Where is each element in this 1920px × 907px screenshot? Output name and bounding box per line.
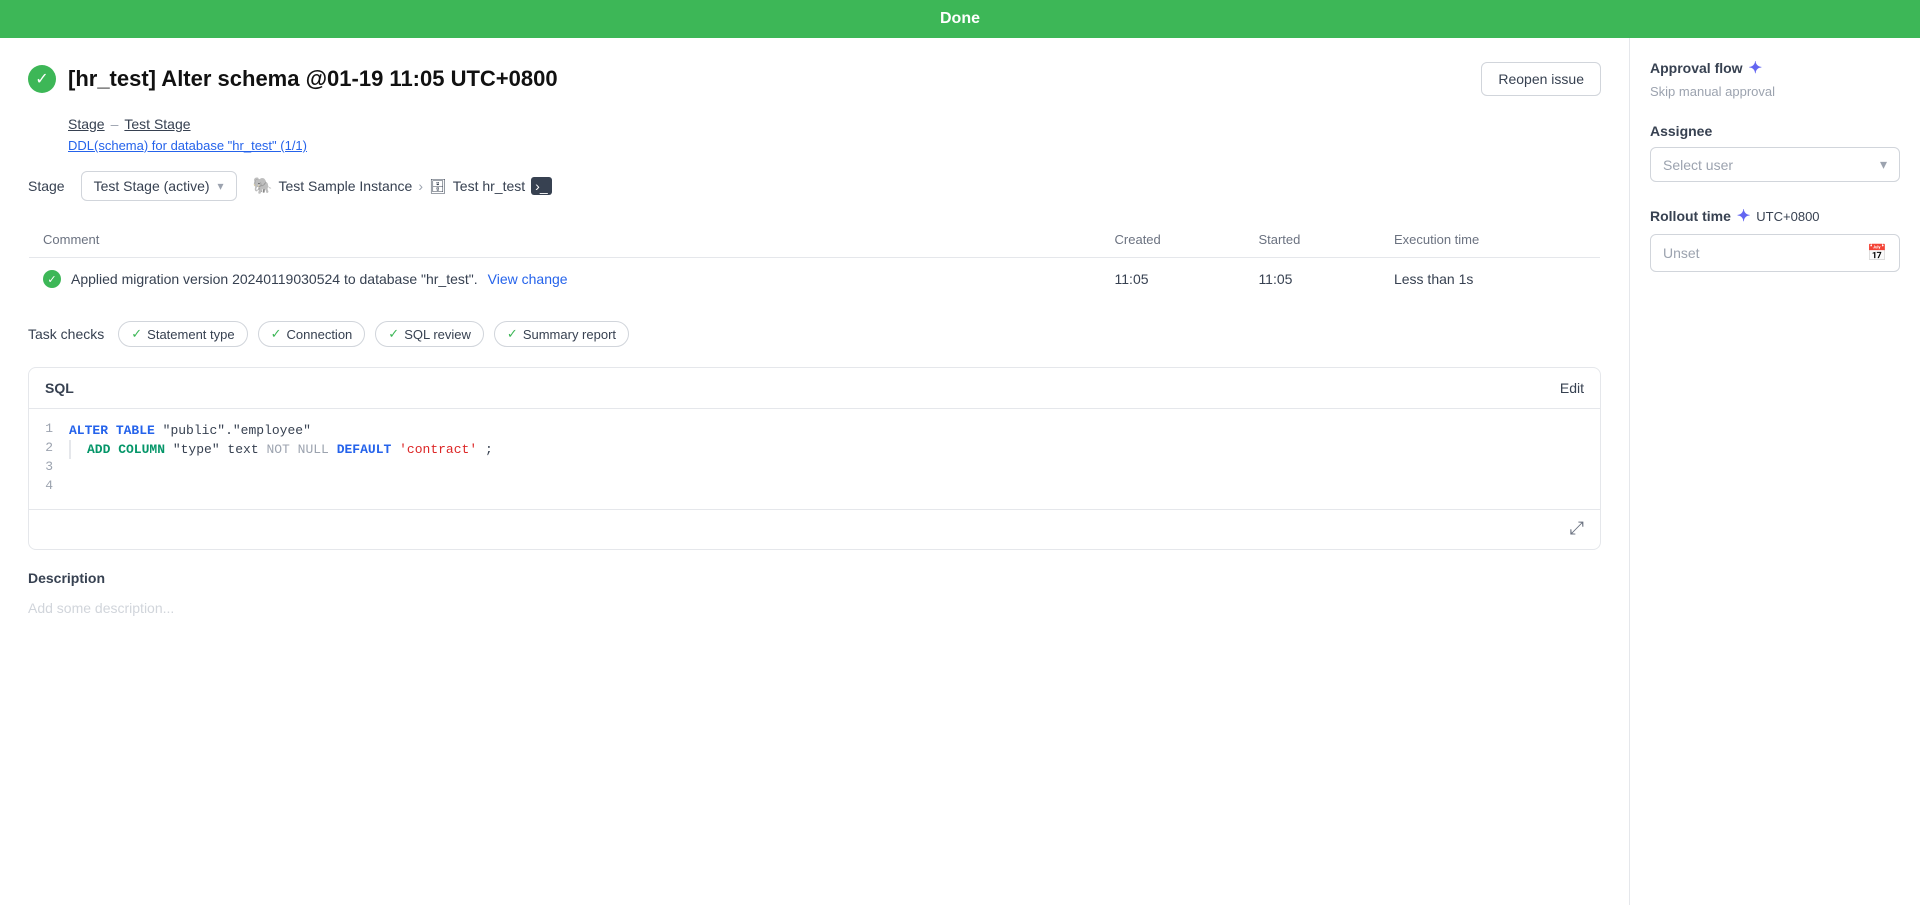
- stage-chevron-icon: ▾: [218, 179, 224, 193]
- issue-title-row: ✓ [hr_test] Alter schema @01-19 11:05 UT…: [28, 65, 558, 93]
- row-started: 11:05: [1244, 258, 1380, 301]
- line-code-4: [69, 478, 77, 497]
- line-num-2: 2: [29, 440, 69, 459]
- top-bar-label: Done: [940, 10, 980, 27]
- stage-row: Stage Test Stage (active) ▾ 🐘 Test Sampl…: [28, 171, 1601, 201]
- row-created: 11:05: [1101, 258, 1245, 301]
- row-comment: ✓ Applied migration version 202401190305…: [29, 258, 1101, 301]
- stage-row-label: Stage: [28, 178, 65, 194]
- col-comment: Comment: [29, 222, 1101, 258]
- line-code-1: ALTER TABLE "public"."employee": [69, 421, 311, 440]
- col-created: Created: [1101, 222, 1245, 258]
- sql-line-4: 4: [29, 478, 1600, 497]
- check-statement-icon: ✓: [131, 326, 142, 342]
- user-select-chevron-icon: ▾: [1880, 156, 1887, 173]
- timezone-badge: UTC+0800: [1756, 209, 1819, 224]
- line-num-1: 1: [29, 421, 69, 440]
- path-chevron-icon: ›: [418, 178, 423, 194]
- content-area: ✓ [hr_test] Alter schema @01-19 11:05 UT…: [0, 38, 1630, 905]
- col-started: Started: [1244, 222, 1380, 258]
- db-name: Test hr_test: [453, 178, 525, 194]
- task-check-statement-type[interactable]: ✓ Statement type: [118, 321, 247, 347]
- rollout-label: Rollout time ✦ UTC+0800: [1650, 206, 1900, 226]
- done-check-icon: ✓: [28, 65, 56, 93]
- ddl-info-link[interactable]: DDL(schema) for database "hr_test" (1/1): [68, 138, 1601, 153]
- check-summary-icon: ✓: [507, 326, 518, 342]
- stage-link[interactable]: Stage: [68, 116, 105, 132]
- task-check-sql-review[interactable]: ✓ SQL review: [375, 321, 484, 347]
- sql-title: SQL: [45, 380, 74, 396]
- sql-edit-button[interactable]: Edit: [1560, 380, 1584, 396]
- task-checks-label: Task checks: [28, 326, 104, 342]
- row-check-icon: ✓: [43, 270, 61, 288]
- approval-flow-label: Approval flow: [1650, 60, 1743, 76]
- elephant-icon: 🐘: [253, 176, 273, 196]
- select-user-placeholder: Select user: [1663, 157, 1733, 173]
- col-execution-time: Execution time: [1380, 222, 1601, 258]
- line-code-2: ADD COLUMN "type" text NOT NULL DEFAULT …: [87, 440, 493, 459]
- instance-path: 🐘 Test Sample Instance › 🗄 Test hr_test …: [253, 176, 552, 196]
- stage-info: Stage – Test Stage: [68, 116, 1601, 132]
- check-summary-label: Summary report: [523, 327, 616, 342]
- row-execution-time: Less than 1s: [1380, 258, 1601, 301]
- sql-body: 1 ALTER TABLE "public"."employee" 2 ADD …: [29, 409, 1600, 509]
- comment-text: Applied migration version 20240119030524…: [71, 271, 478, 287]
- rollout-section: Rollout time ✦ UTC+0800 Unset 📅: [1650, 206, 1900, 272]
- line-code-3: [69, 459, 77, 478]
- task-checks-row: Task checks ✓ Statement type ✓ Connectio…: [28, 321, 1601, 347]
- reopen-issue-button[interactable]: Reopen issue: [1481, 62, 1601, 96]
- line-pipe-2: [69, 440, 71, 459]
- expand-icon[interactable]: ⤢: [1570, 518, 1584, 539]
- approval-flow-subtitle: Skip manual approval: [1650, 84, 1900, 99]
- task-check-connection[interactable]: ✓ Connection: [258, 321, 366, 347]
- description-section: Description Add some description...: [28, 570, 1601, 620]
- sql-line-3: 3: [29, 459, 1600, 478]
- sidebar: Approval flow ✦ Skip manual approval Ass…: [1630, 38, 1920, 905]
- terminal-icon: ›_: [531, 177, 551, 195]
- check-sql-label: SQL review: [404, 327, 471, 342]
- unset-placeholder: Unset: [1663, 245, 1700, 261]
- rollout-time-input[interactable]: Unset 📅: [1650, 234, 1900, 272]
- check-statement-label: Statement type: [147, 327, 234, 342]
- check-connection-icon: ✓: [271, 326, 282, 342]
- test-stage-link[interactable]: Test Stage: [124, 116, 190, 132]
- description-placeholder[interactable]: Add some description...: [28, 596, 1601, 620]
- view-change-link[interactable]: View change: [488, 271, 568, 287]
- stage-select-value: Test Stage (active): [94, 178, 210, 194]
- check-sql-icon: ✓: [388, 326, 399, 342]
- instance-name: Test Sample Instance: [278, 178, 412, 194]
- sql-line-2: 2 ADD COLUMN "type" text NOT NULL DEFAUL…: [29, 440, 1600, 459]
- table-row: ✓ Applied migration version 202401190305…: [29, 258, 1601, 301]
- migration-table: Comment Created Started Execution time ✓…: [28, 221, 1601, 301]
- check-connection-label: Connection: [287, 327, 353, 342]
- sql-line-1: 1 ALTER TABLE "public"."employee": [29, 421, 1600, 440]
- assignee-section: Assignee Select user ▾: [1650, 123, 1900, 182]
- stage-select-dropdown[interactable]: Test Stage (active) ▾: [81, 171, 237, 201]
- assignee-label: Assignee: [1650, 123, 1900, 139]
- approval-flow-title: Approval flow ✦: [1650, 58, 1900, 78]
- issue-header: ✓ [hr_test] Alter schema @01-19 11:05 UT…: [28, 62, 1601, 96]
- separator: –: [111, 116, 119, 132]
- approval-flow-section: Approval flow ✦ Skip manual approval: [1650, 58, 1900, 99]
- description-title: Description: [28, 570, 1601, 586]
- task-check-summary-report[interactable]: ✓ Summary report: [494, 321, 629, 347]
- db-icon: 🗄: [429, 178, 447, 195]
- issue-title: [hr_test] Alter schema @01-19 11:05 UTC+…: [68, 66, 558, 92]
- rollout-label-text: Rollout time: [1650, 208, 1731, 224]
- calendar-icon: 📅: [1867, 243, 1887, 263]
- rollout-sparkle-icon: ✦: [1737, 206, 1750, 226]
- line-num-4: 4: [29, 478, 69, 497]
- sql-header: SQL Edit: [29, 368, 1600, 409]
- line-num-3: 3: [29, 459, 69, 478]
- select-user-dropdown[interactable]: Select user ▾: [1650, 147, 1900, 182]
- sql-section: SQL Edit 1 ALTER TABLE "public"."employe…: [28, 367, 1601, 550]
- top-bar: Done: [0, 0, 1920, 38]
- sparkle-icon: ✦: [1749, 58, 1762, 78]
- sql-footer: ⤢: [29, 509, 1600, 549]
